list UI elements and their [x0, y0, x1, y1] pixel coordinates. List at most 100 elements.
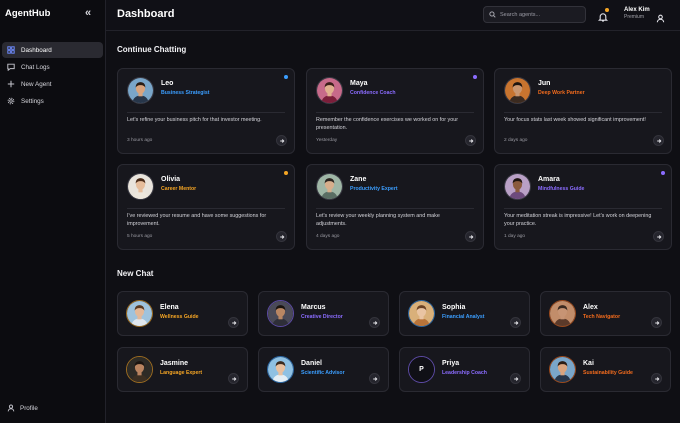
new-chat-card-elena[interactable]: Elena Wellness Guide	[117, 291, 248, 336]
agent-role: Leadership Coach	[442, 370, 487, 376]
new-chat-card-jasmine[interactable]: Jasmine Language Expert	[117, 347, 248, 392]
search-box[interactable]	[483, 6, 586, 23]
new-chat-card-sophia[interactable]: Sophia Financial Analyst	[399, 291, 530, 336]
last-message: Let's refine your business pitch for tha…	[127, 117, 262, 123]
sidebar-item-label: Chat Logs	[21, 63, 50, 71]
start-chat-button[interactable]	[228, 373, 239, 384]
open-chat-button[interactable]	[465, 231, 476, 242]
unread-dot	[284, 171, 288, 175]
open-chat-button[interactable]	[276, 135, 287, 146]
open-chat-button[interactable]	[276, 231, 287, 242]
avatar	[549, 300, 576, 327]
unread-dot	[473, 75, 477, 79]
new-chat-card-kai[interactable]: Kai Sustainability Guide	[540, 347, 671, 392]
agent-role: Mindfulness Guide	[538, 186, 585, 192]
chat-card-leo[interactable]: Leo Business Strategist Let's refine your …	[117, 68, 295, 154]
plus-icon	[6, 79, 16, 89]
collapse-sidebar-icon[interactable]: «	[85, 7, 91, 19]
start-chat-button[interactable]	[510, 373, 521, 384]
search-icon	[489, 11, 496, 18]
divider	[127, 112, 285, 113]
arrow-right-icon	[513, 376, 518, 381]
arrow-right-icon	[654, 376, 659, 381]
last-message: Your meditation streak is impressive! Le…	[504, 213, 652, 227]
agent-name: Marcus	[301, 304, 326, 311]
agent-name: Amara	[538, 176, 560, 183]
avatar	[408, 300, 435, 327]
avatar	[127, 77, 154, 104]
arrow-right-icon	[513, 320, 518, 325]
sidebar-item-chat-logs[interactable]: Chat Logs	[2, 59, 103, 75]
agent-role: Productivity Expert	[350, 186, 398, 192]
open-chat-button[interactable]	[465, 135, 476, 146]
new-chat-card-daniel[interactable]: Daniel Scientific Advisor	[258, 347, 389, 392]
timestamp: 5 hours ago	[127, 234, 153, 239]
arrow-right-icon	[372, 376, 377, 381]
chat-card-zane[interactable]: Zane Productivity Expert Let's review your…	[306, 164, 484, 250]
sidebar-item-label: Settings	[21, 97, 44, 105]
chat-card-amara[interactable]: Amara Mindfulness Guide Your meditation st…	[494, 164, 672, 250]
agent-role: Wellness Guide	[160, 314, 199, 320]
new-chat-card-priya[interactable]: P Priya Leadership Coach	[399, 347, 530, 392]
agent-role: Confidence Coach	[350, 90, 396, 96]
chat-card-maya[interactable]: Maya Confidence Coach Remember the confide…	[306, 68, 484, 154]
arrow-right-icon	[656, 234, 661, 239]
arrow-right-icon	[231, 320, 236, 325]
chat-card-jun[interactable]: Jun Deep Work Partner Your focus stats las…	[494, 68, 672, 154]
unread-dot	[661, 171, 665, 175]
arrow-right-icon	[468, 234, 473, 239]
profile-label: Profile	[20, 404, 38, 412]
agent-name: Leo	[161, 80, 174, 87]
last-message: Your focus stats last week showed signif…	[504, 117, 646, 123]
start-chat-button[interactable]	[651, 317, 662, 328]
start-chat-button[interactable]	[651, 373, 662, 384]
sidebar-item-settings[interactable]: Settings	[2, 93, 103, 109]
app-logo: AgentHub	[5, 8, 51, 19]
last-message: Let's review your weekly planning system…	[316, 213, 440, 227]
notifications-button[interactable]	[597, 8, 609, 22]
user-plan: Premium	[624, 14, 645, 20]
agent-name: Zane	[350, 176, 367, 183]
sidebar-item-new-agent[interactable]: New Agent	[2, 76, 103, 92]
unread-dot	[284, 75, 288, 79]
open-chat-button[interactable]	[653, 231, 664, 242]
start-chat-button[interactable]	[228, 317, 239, 328]
continue-chatting-heading: Continue Chatting	[117, 45, 187, 54]
start-chat-button[interactable]	[510, 317, 521, 328]
user-name: Alex Kim	[624, 7, 650, 13]
divider	[127, 208, 285, 209]
sidebar-profile[interactable]: Profile	[6, 403, 38, 413]
sidebar-item-dashboard[interactable]: Dashboard	[2, 42, 103, 58]
page-title: Dashboard	[117, 8, 175, 20]
user-info: Alex Kim Premium	[624, 7, 650, 20]
avatar	[126, 356, 153, 383]
agent-name: Daniel	[301, 360, 323, 367]
chat-card-olivia[interactable]: Olivia Career Mentor I've reviewed your re…	[117, 164, 295, 250]
agent-role: Financial Analyst	[442, 314, 485, 320]
agent-role: Creative Director	[301, 314, 343, 320]
sidebar: AgentHub « Dashboard Chat Logs New Agent…	[0, 0, 106, 423]
arrow-right-icon	[372, 320, 377, 325]
start-chat-button[interactable]	[369, 317, 380, 328]
agent-name: Sophia	[442, 304, 466, 311]
start-chat-button[interactable]	[369, 373, 380, 384]
arrow-right-icon	[279, 138, 284, 143]
divider	[504, 208, 662, 209]
open-chat-button[interactable]	[653, 135, 664, 146]
sidebar-item-label: Dashboard	[21, 46, 52, 54]
timestamp: Yesterday	[316, 138, 338, 143]
divider	[316, 112, 474, 113]
agent-name: Olivia	[161, 176, 181, 183]
arrow-right-icon	[656, 138, 661, 143]
user-menu-icon[interactable]	[656, 10, 665, 23]
search-input[interactable]	[500, 11, 580, 18]
gear-icon	[6, 96, 16, 106]
avatar	[267, 356, 294, 383]
agent-name: Alex	[583, 304, 598, 311]
new-chat-card-alex[interactable]: Alex Tech Navigator	[540, 291, 671, 336]
agent-role: Career Mentor	[161, 186, 197, 192]
new-chat-card-marcus[interactable]: Marcus Creative Director	[258, 291, 389, 336]
timestamp: 4 days ago	[316, 234, 340, 239]
arrow-right-icon	[468, 138, 473, 143]
agent-role: Deep Work Partner	[538, 90, 585, 96]
